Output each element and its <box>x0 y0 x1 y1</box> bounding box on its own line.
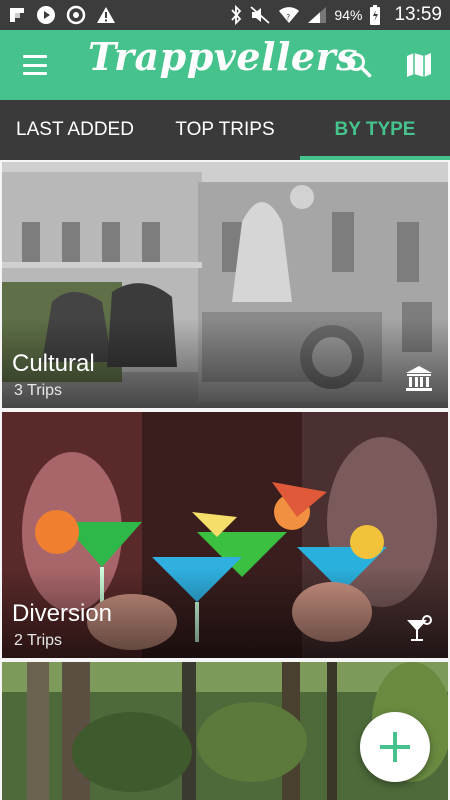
flipboard-icon <box>8 6 26 24</box>
category-title: Diversion <box>12 600 113 627</box>
bluetooth-icon <box>230 5 242 25</box>
status-bar: ? 94% 13:59 <box>0 0 450 30</box>
play-icon <box>36 5 56 25</box>
add-trip-button[interactable] <box>360 712 430 782</box>
svg-text:?: ? <box>286 13 290 22</box>
tab-by-type[interactable]: BY TYPE <box>300 100 450 160</box>
wifi-icon: ? <box>278 6 300 24</box>
signal-icon <box>307 6 327 24</box>
map-icon[interactable] <box>404 50 434 80</box>
tab-bar: LAST ADDED TOP TRIPS BY TYPE <box>0 100 450 160</box>
notification-icons <box>8 5 116 25</box>
search-icon[interactable] <box>344 50 374 80</box>
cocktail-icon <box>404 614 434 644</box>
app-bar: Trappvellers <box>0 30 450 100</box>
sync-icon <box>66 5 86 25</box>
system-status: ? 94% 13:59 <box>230 4 442 26</box>
menu-icon[interactable] <box>18 52 52 78</box>
plus-icon <box>380 732 410 762</box>
warning-icon <box>96 6 116 24</box>
category-trip-count: 3 Trips <box>14 382 63 399</box>
battery-icon <box>369 5 381 25</box>
app-title: Trappvellers <box>88 34 359 79</box>
category-card-cultural[interactable]: Cultural 3 Trips <box>2 162 448 408</box>
clock: 13:59 <box>394 4 442 25</box>
tab-last-added[interactable]: LAST ADDED <box>0 100 150 160</box>
museum-icon <box>404 364 434 394</box>
tab-top-trips[interactable]: TOP TRIPS <box>150 100 300 160</box>
category-card-diversion[interactable]: Diversion 2 Trips <box>2 412 448 658</box>
battery-percent: 94% <box>334 7 363 23</box>
mute-icon <box>249 6 271 24</box>
category-trip-count: 2 Trips <box>14 632 63 649</box>
category-title: Cultural <box>12 350 95 377</box>
category-list: Cultural 3 Trips Diversion 2 Trips <box>0 160 450 800</box>
